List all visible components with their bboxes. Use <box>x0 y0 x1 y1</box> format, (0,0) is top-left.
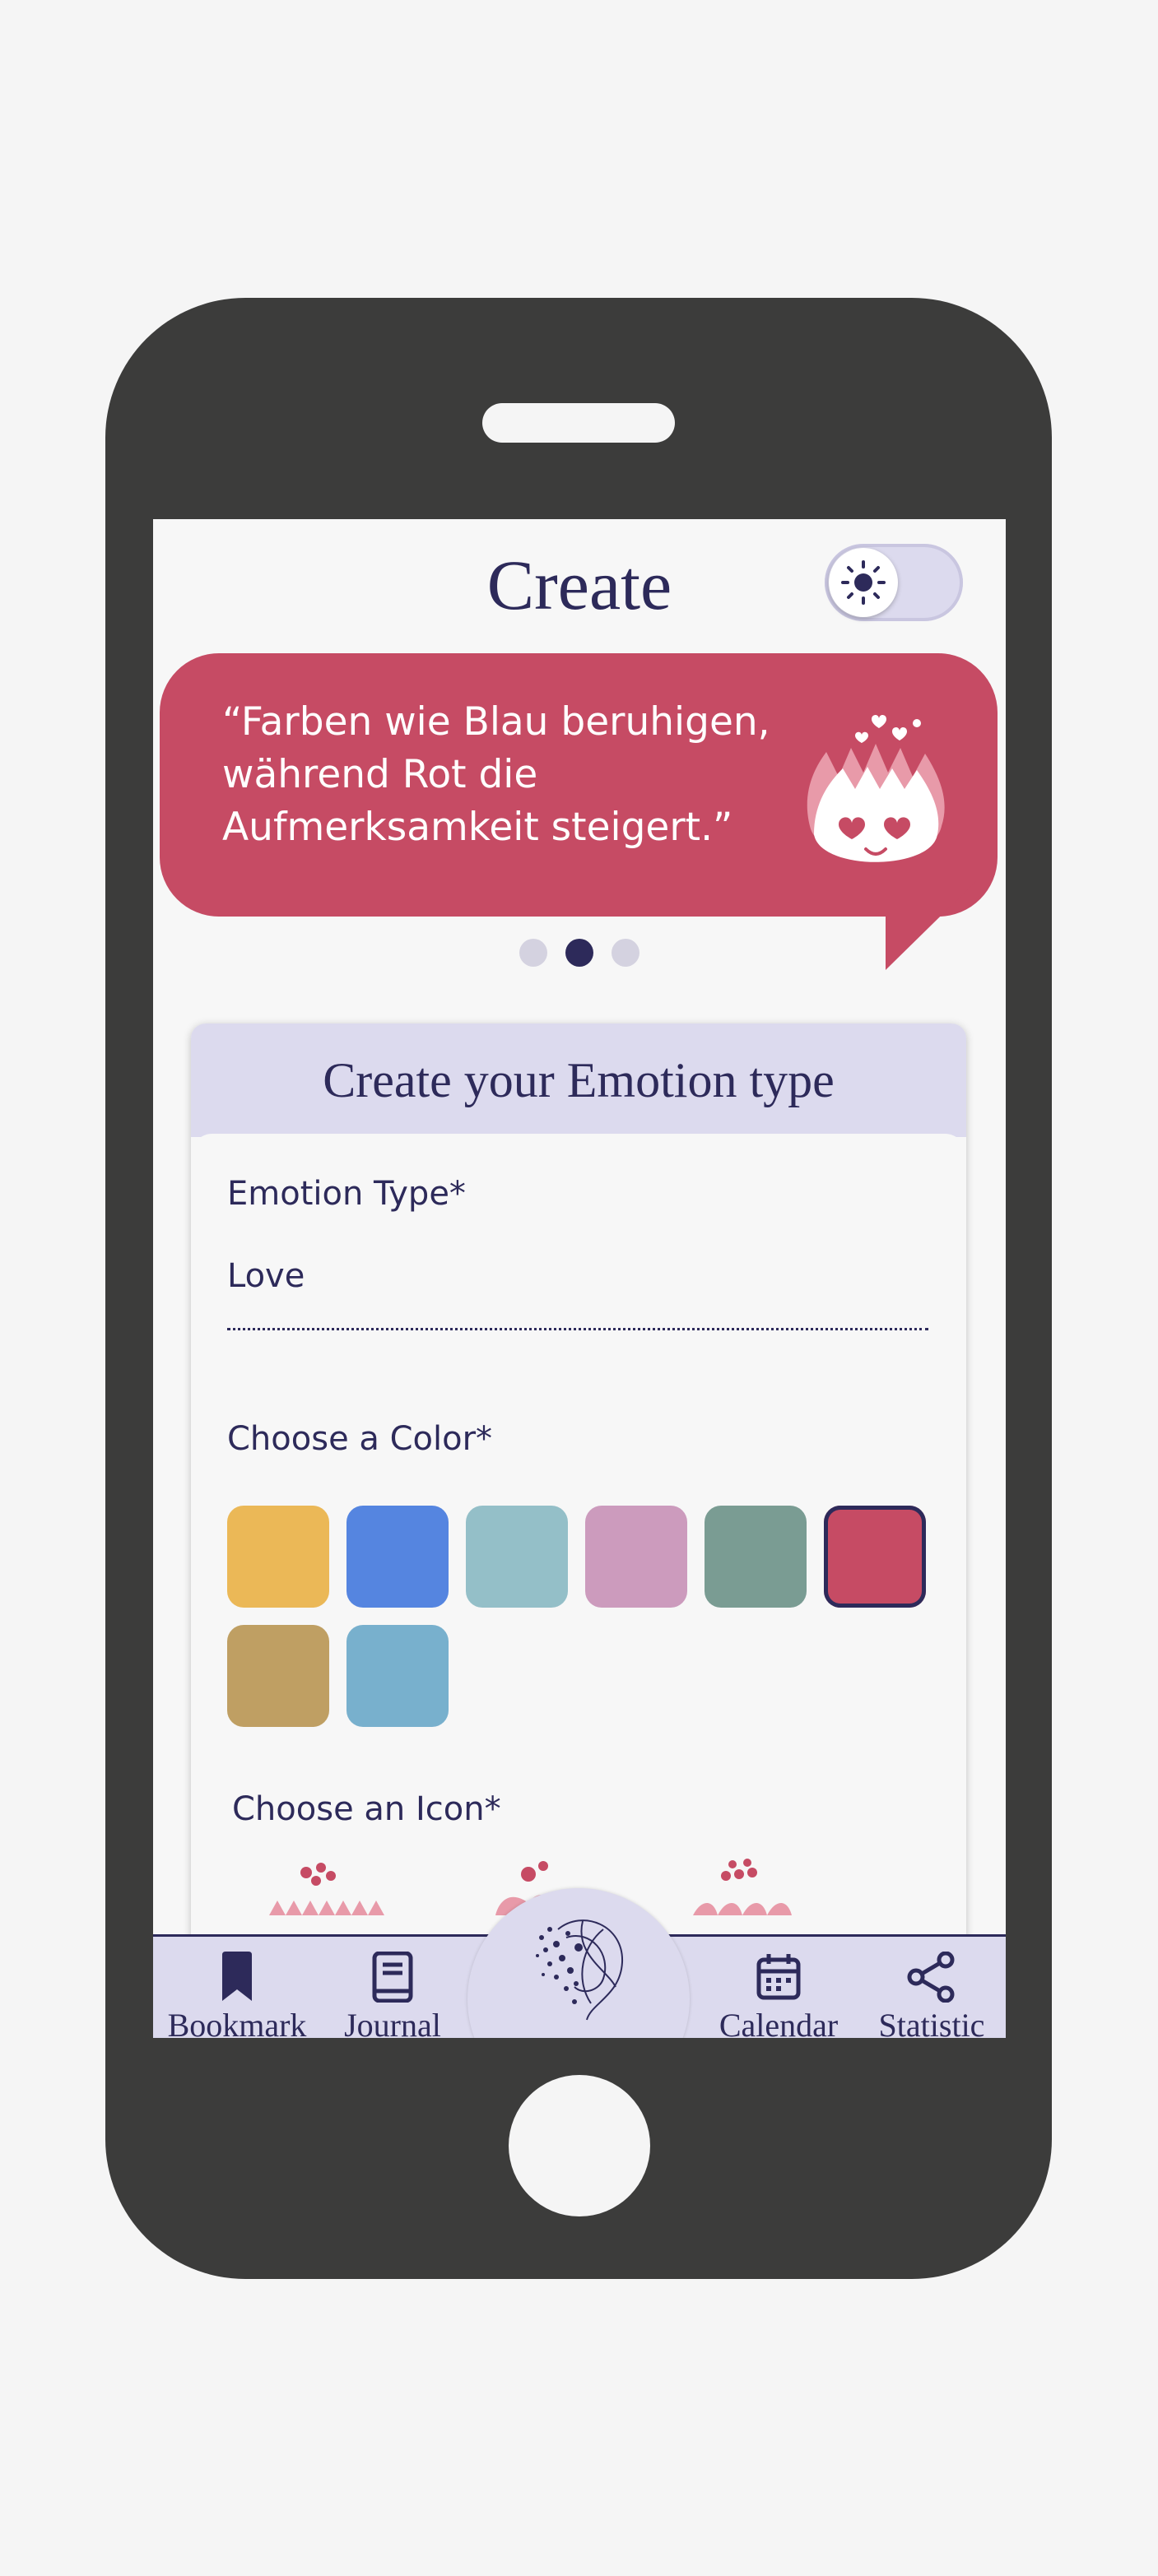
tip-bubble: “Farben wie Blau beruhigen, während Rot … <box>160 653 998 917</box>
calendar-icon <box>756 1954 801 2000</box>
nav-item-journal[interactable]: Journal <box>323 1952 463 2038</box>
phone-home-button[interactable] <box>509 2075 650 2216</box>
emotion-type-input[interactable]: Love <box>227 1257 305 1295</box>
carousel-dot-active[interactable] <box>565 939 593 967</box>
nav-label-calendar: Calendar <box>719 2007 839 2038</box>
nav-label-home: Home <box>467 2031 690 2038</box>
color-swatch[interactable] <box>346 1506 449 1608</box>
tip-text: “Farben wie Blau beruhigen, während Rot … <box>222 699 770 850</box>
nav-label-journal: Journal <box>344 2007 441 2038</box>
nav-item-calendar[interactable]: Calendar <box>705 1952 853 2038</box>
color-label: Choose a Color* <box>227 1420 493 1458</box>
share-nodes-icon <box>907 1952 955 2003</box>
create-emotion-card: Create your Emotion type Emotion Type* L… <box>191 1023 966 2038</box>
phone-frame: Create “Farben wie Blau beruhigen, währe… <box>105 298 1052 2279</box>
color-swatch[interactable] <box>346 1625 449 1727</box>
app-screen: Create “Farben wie Blau beruhigen, währe… <box>153 519 1006 2038</box>
emotion-type-underline <box>227 1328 928 1330</box>
carousel-dot[interactable] <box>519 939 547 967</box>
color-swatch[interactable] <box>466 1506 568 1608</box>
icon-label: Choose an Icon* <box>232 1790 501 1828</box>
color-swatch[interactable] <box>227 1506 329 1608</box>
sun-icon <box>841 560 886 605</box>
carousel-indicator <box>153 939 1006 967</box>
nav-item-statistic[interactable]: Statistic <box>859 1952 1004 2038</box>
flame-option-icon[interactable] <box>685 1858 808 1915</box>
color-swatch[interactable] <box>585 1506 687 1608</box>
brain-network-icon <box>536 1919 624 2021</box>
flame-option-icon[interactable] <box>265 1858 388 1915</box>
theme-toggle[interactable] <box>825 544 963 621</box>
nav-label-statistic: Statistic <box>878 2007 985 2038</box>
carousel-dot[interactable] <box>612 939 639 967</box>
phone-speaker <box>482 403 675 443</box>
love-flame-mascot-icon <box>807 714 945 862</box>
card-title: Create your Emotion type <box>191 1023 966 1137</box>
nav-item-bookmark[interactable]: Bookmark <box>160 1952 314 2038</box>
color-swatch[interactable] <box>824 1506 926 1608</box>
book-icon <box>372 1952 413 2003</box>
toggle-knob <box>829 548 898 617</box>
color-swatch[interactable] <box>227 1625 329 1727</box>
color-swatch[interactable] <box>705 1506 807 1608</box>
nav-label-bookmark: Bookmark <box>167 2007 307 2038</box>
emotion-type-label: Emotion Type* <box>227 1175 466 1213</box>
bookmark-icon <box>222 1952 252 2001</box>
